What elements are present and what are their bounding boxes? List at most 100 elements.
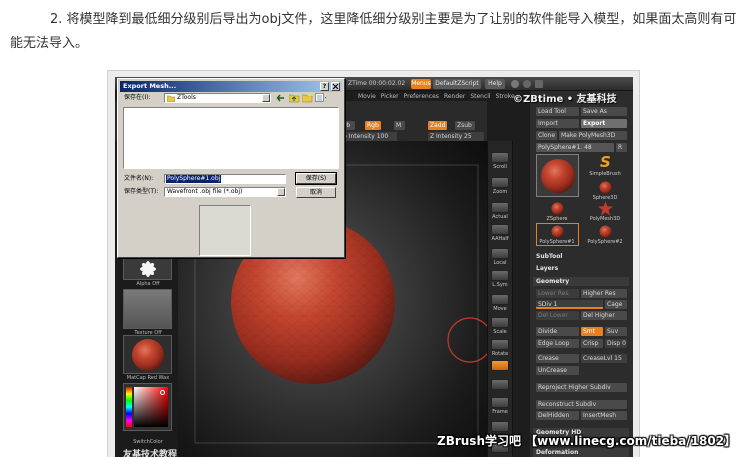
zadd-button[interactable]: Zadd bbox=[428, 121, 447, 130]
subtool-section[interactable]: SubTool bbox=[536, 252, 562, 261]
default-zscript-button[interactable]: DefaultZScript bbox=[433, 79, 481, 89]
menu-stroke[interactable]: Stroke bbox=[496, 92, 515, 101]
divide-button[interactable]: Divide bbox=[536, 327, 579, 336]
reproject-higher-subdiv-button[interactable]: Reproject Higher Subdiv bbox=[536, 383, 627, 392]
up-folder-icon[interactable] bbox=[289, 93, 300, 103]
reconstruct-subdiv-button[interactable]: Reconstruct Subdiv bbox=[536, 400, 627, 409]
cage-button[interactable]: Cage bbox=[605, 300, 627, 309]
local-label: Local bbox=[493, 260, 507, 266]
preview-box bbox=[199, 205, 251, 256]
transparency-icon[interactable] bbox=[491, 379, 509, 390]
scroll-label: Scroll bbox=[493, 164, 507, 170]
z-intensity-slider[interactable]: Z Intensity 25 bbox=[428, 132, 484, 141]
polymesh-star-icon[interactable] bbox=[598, 201, 613, 216]
current-tool-slider[interactable]: PolySphere#1. 48 bbox=[536, 143, 614, 152]
make-polymesh-button[interactable]: Make PolyMesh3D bbox=[559, 131, 627, 140]
menus-button[interactable]: Menus bbox=[411, 79, 431, 89]
save-button[interactable]: 保存(S) bbox=[295, 172, 337, 185]
filename-input[interactable]: PolySphere#1.obj bbox=[164, 174, 286, 184]
rgb-button[interactable]: Rgb bbox=[365, 121, 381, 130]
current-tool-thumbnail[interactable] bbox=[536, 154, 579, 197]
suv-toggle[interactable]: Suv bbox=[605, 327, 627, 336]
xyz-symmetry-icon[interactable] bbox=[491, 360, 509, 371]
crease-level-slider[interactable]: CreaseLvl 15 bbox=[581, 354, 627, 363]
zoom-icon[interactable] bbox=[491, 177, 509, 188]
cancel-button[interactable]: 取消 bbox=[296, 187, 336, 198]
new-folder-icon[interactable] bbox=[302, 93, 313, 103]
sphere3d-icon[interactable] bbox=[599, 181, 612, 194]
del-lower-button[interactable]: Del Lower bbox=[536, 311, 579, 320]
geometry-section[interactable]: Geometry bbox=[533, 277, 629, 286]
material-thumbnail[interactable] bbox=[123, 335, 172, 374]
menu-picker[interactable]: Picker bbox=[381, 92, 399, 101]
aahalf-icon[interactable] bbox=[491, 224, 509, 235]
chevron-down-icon[interactable] bbox=[277, 188, 285, 196]
menu-movie[interactable]: Movie bbox=[358, 92, 376, 101]
smt-toggle[interactable]: Smt bbox=[581, 327, 603, 336]
import-button[interactable]: Import bbox=[536, 119, 579, 128]
rotate-icon[interactable] bbox=[491, 339, 509, 350]
polysphere2-icon[interactable] bbox=[599, 225, 612, 238]
save-in-combobox[interactable]: ZTools bbox=[164, 93, 271, 103]
insert-mesh-button[interactable]: InsertMesh bbox=[581, 411, 627, 420]
save-as-button[interactable]: Save As bbox=[581, 107, 627, 116]
sdiv-slider[interactable]: SDiv 1 bbox=[536, 300, 603, 309]
edge-loop-button[interactable]: Edge Loop bbox=[536, 339, 579, 348]
file-type-select[interactable]: Wavefront .obj file (*.obj) bbox=[164, 187, 286, 197]
file-type-label: 保存类型(T): bbox=[124, 188, 159, 195]
zsub-button[interactable]: Zsub bbox=[455, 121, 475, 130]
zbrush-window: ZTime 00:00:02.02 Menus DefaultZScript H… bbox=[115, 77, 633, 457]
matcap-sphere-icon bbox=[132, 339, 164, 371]
clone-button[interactable]: Clone bbox=[536, 131, 557, 140]
alpha-thumbnail[interactable] bbox=[123, 255, 172, 280]
higher-res-button[interactable]: Higher Res bbox=[581, 289, 627, 298]
polysphere1-label: PolySphere#1 bbox=[539, 239, 575, 245]
del-hidden-button[interactable]: DelHidden bbox=[536, 411, 579, 420]
help-button[interactable]: Help bbox=[485, 79, 505, 89]
save-in-folder: ZTools bbox=[177, 94, 196, 101]
local-icon[interactable] bbox=[491, 248, 509, 259]
menu-preferences[interactable]: Preferences bbox=[404, 92, 439, 101]
del-higher-button[interactable]: Del Higher bbox=[581, 311, 627, 320]
actual-icon[interactable] bbox=[491, 202, 509, 213]
menu-render[interactable]: Render bbox=[444, 92, 465, 101]
chevron-down-icon[interactable] bbox=[262, 94, 270, 102]
minimize-icon[interactable] bbox=[535, 80, 543, 88]
disp-slider[interactable]: Disp 0 bbox=[605, 339, 627, 348]
dialog-close-button[interactable] bbox=[331, 82, 340, 91]
polysphere1-icon[interactable] bbox=[551, 225, 564, 238]
polyframe-icon[interactable] bbox=[491, 421, 509, 432]
scroll-icon[interactable] bbox=[491, 152, 509, 163]
deformation-section[interactable]: Deformation bbox=[533, 448, 629, 457]
tutorial-paragraph: 2. 将模型降到最低细分级别后导出为obj文件，这里降低细分级别主要是为了让别的… bbox=[10, 12, 737, 51]
load-tool-button[interactable]: Load Tool bbox=[536, 107, 579, 116]
lower-res-button[interactable]: Lower Res bbox=[536, 289, 579, 298]
dialog-title-bar[interactable]: Export Mesh... ? bbox=[120, 81, 342, 92]
r-button[interactable]: R bbox=[616, 143, 627, 152]
main-menubar: Movie Picker Preferences Render Stencil … bbox=[358, 92, 515, 101]
simplebrush-label: SimpleBrush bbox=[589, 171, 621, 177]
dialog-help-button[interactable]: ? bbox=[320, 82, 329, 91]
color-scheme-icon[interactable] bbox=[523, 80, 531, 88]
scale-icon[interactable] bbox=[491, 317, 509, 328]
zsphere-icon[interactable] bbox=[551, 202, 564, 215]
texture-thumbnail[interactable] bbox=[123, 289, 172, 329]
frame-icon[interactable] bbox=[491, 397, 509, 408]
layout-icon[interactable] bbox=[511, 80, 519, 88]
uncrease-button[interactable]: UnCrease bbox=[536, 366, 579, 375]
crease-button[interactable]: Crease bbox=[536, 354, 579, 363]
menu-stencil[interactable]: Stencil bbox=[470, 92, 490, 101]
simplebrush-icon[interactable]: S bbox=[598, 153, 612, 169]
export-button[interactable]: Export bbox=[581, 119, 627, 128]
view-menu-icon[interactable] bbox=[315, 93, 326, 103]
m-button[interactable]: M bbox=[394, 121, 405, 130]
hue-strip[interactable] bbox=[126, 387, 132, 427]
back-icon[interactable] bbox=[276, 93, 287, 103]
crisp-button[interactable]: Crisp bbox=[581, 339, 603, 348]
lsym-icon[interactable] bbox=[491, 270, 509, 281]
move-icon[interactable] bbox=[491, 294, 509, 305]
color-picker[interactable] bbox=[123, 383, 172, 431]
layers-section[interactable]: Layers bbox=[536, 264, 558, 273]
switch-color-button[interactable]: SwitchColor bbox=[122, 439, 174, 445]
file-list[interactable] bbox=[123, 107, 339, 169]
